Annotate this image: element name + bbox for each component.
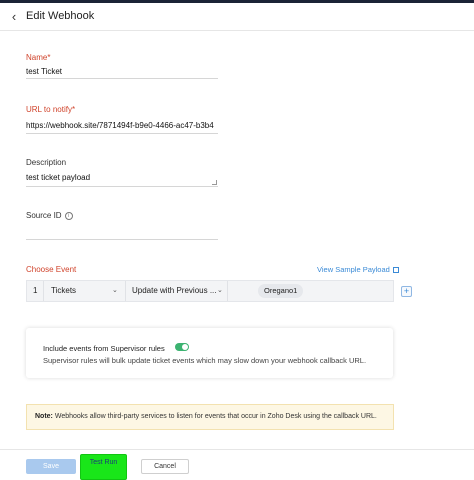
view-sample-payload-link[interactable]: View Sample Payload [317,265,399,274]
test-run-button[interactable]: Test Run [80,454,127,480]
footer-bar: Save Test Run Cancel [0,449,474,480]
name-underline [26,78,218,79]
supervisor-rules-toggle[interactable] [175,343,189,351]
supervisor-rules-card: Include events from Supervisor rules Sup… [26,328,393,378]
supervisor-rules-description: Supervisor rules will bulk update ticket… [43,356,367,365]
supervisor-rules-title: Include events from Supervisor rules [43,344,165,353]
event-row: 1 Tickets ⌄ Update with Previous ... ⌄ O… [26,280,394,302]
event-type-select[interactable]: Update with Previous ... [125,281,227,301]
url-underline [26,133,218,134]
add-event-button[interactable]: + [401,286,412,297]
cancel-button[interactable]: Cancel [141,459,189,474]
chevron-down-icon[interactable]: ⌄ [217,281,223,301]
external-link-icon [392,267,399,274]
note-prefix: Note: [35,413,53,420]
resize-handle-icon[interactable] [212,180,217,185]
page-header: ‹ Edit Webhook [0,3,474,31]
info-icon[interactable]: i [64,211,73,220]
choose-event-label: Choose Event [26,265,77,274]
toggle-knob [182,344,188,350]
chevron-left-icon[interactable]: ‹ [7,9,21,25]
event-row-index: 1 [33,286,38,295]
webhook-note: Note: Webhooks allow third-party service… [26,404,394,430]
source-id-label: Source ID i [26,211,73,220]
page-title: Edit Webhook [26,10,95,22]
note-text: Webhooks allow third-party services to l… [54,413,377,420]
description-textarea[interactable]: test ticket payload [26,173,216,182]
url-input[interactable]: https://webhook.site/7871494f-b9e0-4466-… [26,121,218,130]
source-id-underline [26,239,218,240]
name-label: Name* [26,53,51,62]
description-underline [26,186,218,187]
description-label: Description [26,158,67,167]
source-id-input[interactable] [26,226,216,236]
chevron-down-icon[interactable]: ⌄ [112,281,118,301]
save-button[interactable]: Save [26,459,76,474]
event-department-field[interactable] [227,281,393,301]
department-chip[interactable]: Oregano1 [258,284,304,298]
name-input[interactable]: test Ticket [26,67,216,76]
url-label: URL to notify* [26,105,76,114]
